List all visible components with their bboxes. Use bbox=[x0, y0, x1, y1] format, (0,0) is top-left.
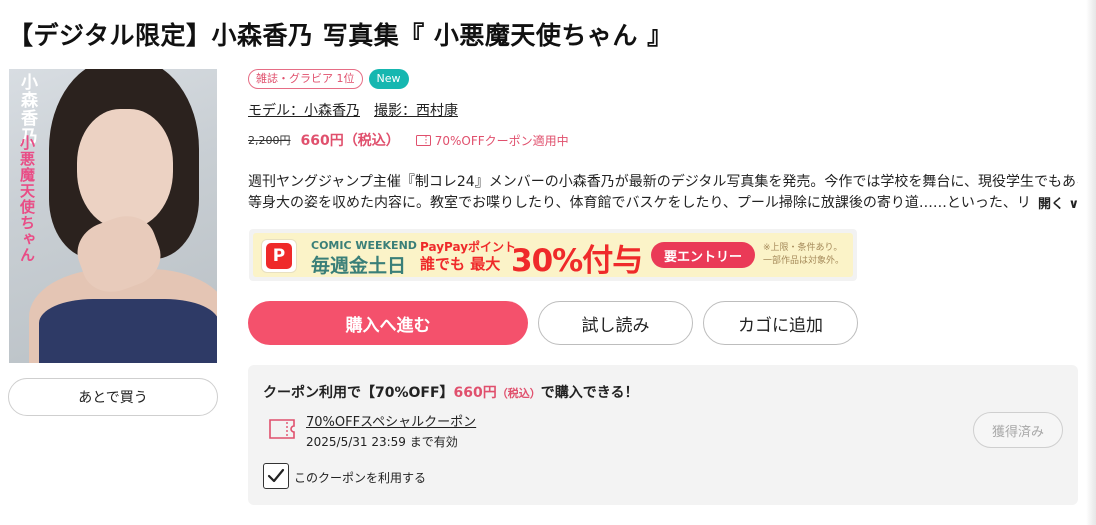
cover-face-shape bbox=[77, 109, 173, 229]
proceed-to-purchase-button[interactable]: 購入へ進む bbox=[248, 301, 528, 345]
cover-image[interactable]: 小森香乃 小悪魔天使ちゃん bbox=[9, 69, 217, 363]
banner-anyone-max: 誰でも 最大 bbox=[420, 255, 501, 273]
paypay-logo-icon: P bbox=[261, 239, 297, 273]
acquired-button[interactable]: 獲得済み bbox=[973, 412, 1063, 448]
scroll-edge-shadow bbox=[1086, 0, 1096, 525]
cover-subtitle-text: 小悪魔天使ちゃん bbox=[18, 135, 36, 263]
rank-tag[interactable]: 雑誌・グラビア 1位 bbox=[248, 69, 363, 89]
coupon-panel-heading: クーポン利用で【70%OFF】660円（税込）で購入できる！ bbox=[263, 382, 639, 402]
coupon-heading-tax: （税込） bbox=[496, 387, 541, 400]
credits: モデル：小森香乃 撮影：西村康 bbox=[248, 100, 458, 120]
checkmark-icon bbox=[267, 468, 285, 483]
coupon-name-link[interactable]: 70%OFFスペシャルクーポン bbox=[306, 411, 476, 430]
banner-entry-badge: 要エントリー bbox=[651, 242, 755, 268]
paypay-mark: P bbox=[266, 243, 292, 269]
coupon-expiry: 2025/5/31 23:59 まで有効 bbox=[306, 435, 458, 449]
banner-fine-print: ※上限・条件あり。 一部作品は対象外。 bbox=[763, 242, 844, 268]
coupon-heading-price: 660円 bbox=[453, 385, 497, 401]
original-price: 2,200円 bbox=[248, 134, 291, 147]
sample-read-button[interactable]: 試し読み bbox=[538, 301, 693, 345]
description-line-2: 等身大の姿を収めた内容に。教室でお喋りしたり、体育館でバスケをしたり、プール掃除… bbox=[248, 195, 1032, 211]
description-line-1: 週刊ヤングジャンプ主催『制コレ24』メンバーの小森香乃が最新のデジタル写真集を発… bbox=[248, 174, 1078, 190]
use-coupon-label: このクーポンを利用する bbox=[294, 471, 427, 485]
tag-list: 雑誌・グラビア 1位 New bbox=[248, 69, 409, 89]
page-title: 【デジタル限定】小森香乃 写真集『 小悪魔天使ちゃん 』 bbox=[8, 21, 673, 50]
coupon-heading-prefix: クーポン利用で【70%OFF】 bbox=[263, 385, 454, 401]
banner-fine-line-1: ※上限・条件あり。 bbox=[763, 243, 843, 253]
paypay-campaign-banner[interactable]: P COMIC WEEKEND 毎週金土日 PayPayポイント 誰でも 最大 … bbox=[249, 229, 857, 281]
discounted-price: 660円（税込） bbox=[300, 133, 400, 149]
price-row: 2,200円 660円（税込） 70%OFFクーポン適用中 bbox=[248, 130, 569, 150]
coupon-heading-suffix: で購入できる！ bbox=[540, 385, 639, 401]
add-to-cart-button[interactable]: カゴに追加 bbox=[703, 301, 858, 345]
buy-later-button[interactable]: あとで買う bbox=[8, 378, 218, 416]
coupon-panel: クーポン利用で【70%OFF】660円（税込）で購入できる！ 70%OFFスペシ… bbox=[248, 365, 1078, 505]
coupon-ticket-icon bbox=[268, 419, 296, 443]
coupon-applied-text: 70%OFFクーポン適用中 bbox=[434, 133, 569, 148]
description: 週刊ヤングジャンプ主催『制コレ24』メンバーの小森香乃が最新のデジタル写真集を発… bbox=[248, 172, 1078, 214]
cover-swimsuit-shape bbox=[39, 299, 217, 363]
ticket-icon bbox=[415, 134, 431, 146]
new-badge: New bbox=[368, 69, 409, 89]
use-coupon-checkbox[interactable] bbox=[263, 463, 289, 489]
banner-every-weekend: 毎週金土日 bbox=[311, 255, 407, 277]
description-expand-toggle[interactable]: 開く ∨ bbox=[1034, 193, 1080, 212]
banner-inner: P COMIC WEEKEND 毎週金土日 PayPayポイント 誰でも 最大 … bbox=[253, 233, 853, 279]
banner-30-percent: 30%付与 bbox=[511, 243, 643, 279]
photographer-link[interactable]: 撮影：西村康 bbox=[374, 100, 458, 120]
banner-fine-line-2: 一部作品は対象外。 bbox=[763, 256, 845, 266]
model-link[interactable]: モデル：小森香乃 bbox=[248, 100, 360, 120]
coupon-applied-note: 70%OFFクーポン適用中 bbox=[415, 132, 569, 149]
